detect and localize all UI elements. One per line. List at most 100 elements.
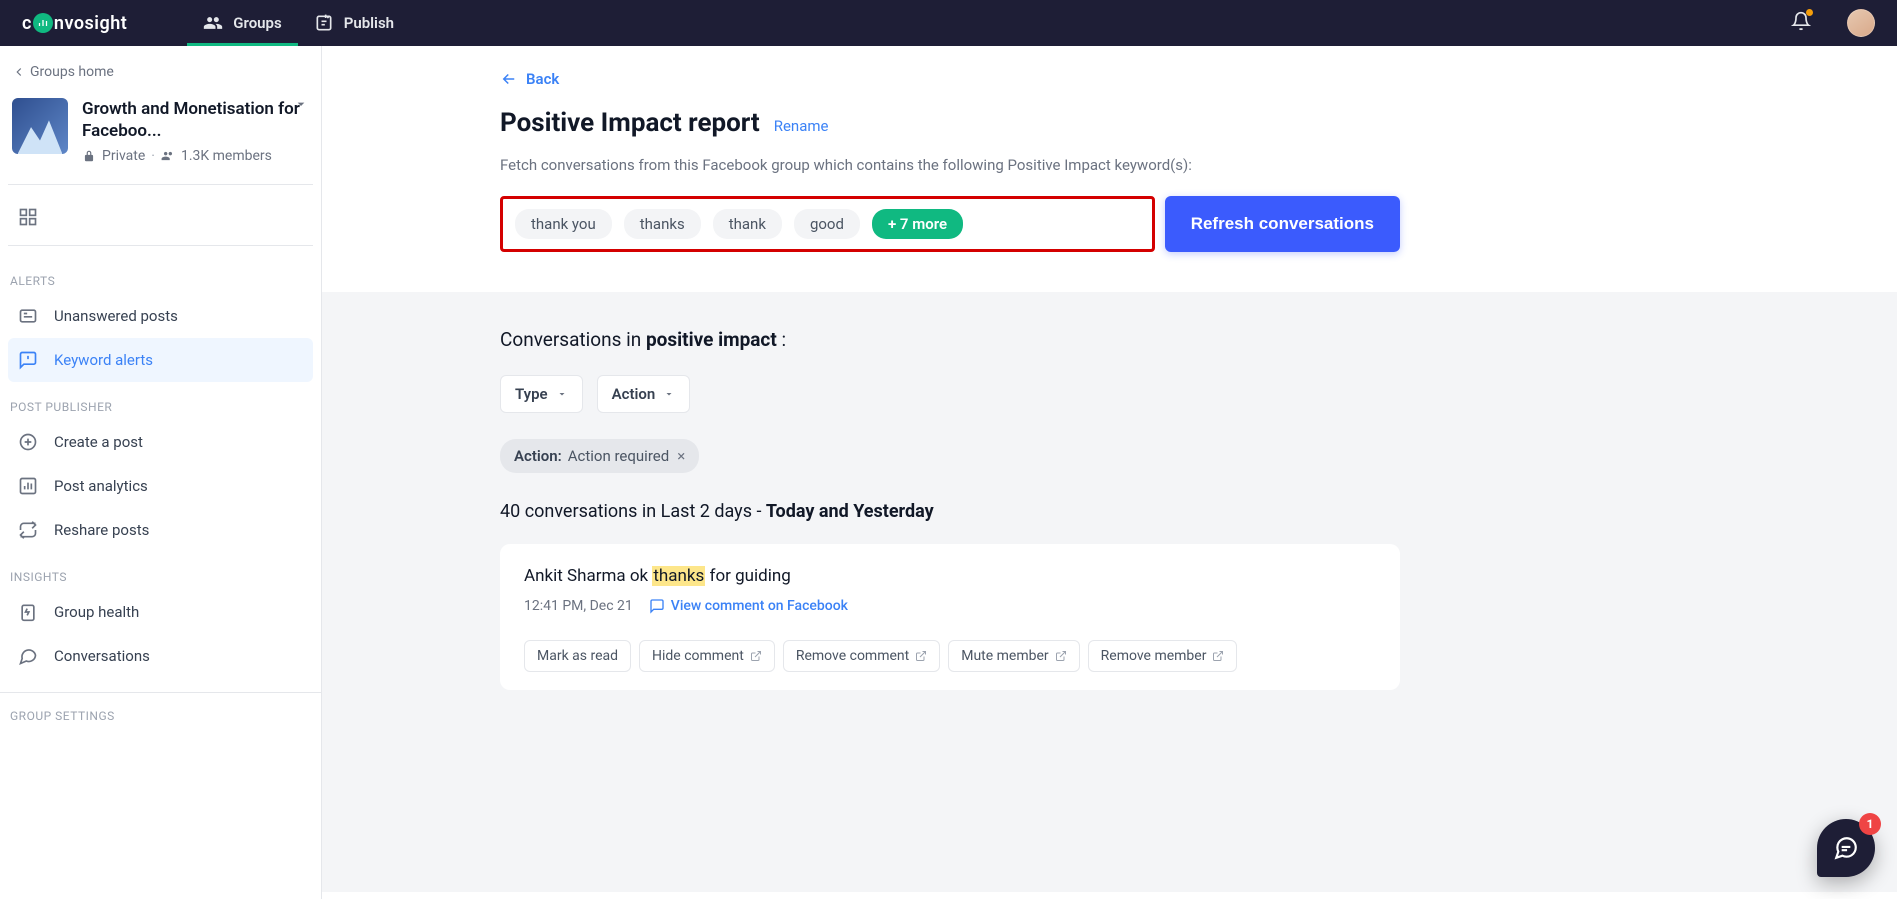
nav-groups-label: Groups (233, 14, 281, 32)
applied-key: Action: (514, 447, 562, 465)
nav-groups[interactable]: Groups (187, 0, 297, 46)
reshare-icon (18, 520, 38, 540)
comment-icon (649, 598, 665, 614)
sidebar-item-label: Unanswered posts (54, 307, 178, 325)
applied-value: Action required (568, 447, 669, 465)
sidebar-item-label: Keyword alerts (54, 351, 153, 369)
group-privacy: Private (102, 148, 145, 164)
sidebar-item-label: Reshare posts (54, 521, 149, 539)
view-on-facebook-link[interactable]: View comment on Facebook (649, 598, 848, 614)
group-meta: Private · 1.3K members (82, 148, 309, 164)
post-icon (18, 306, 38, 326)
filter-type-dropdown[interactable]: Type (500, 375, 583, 413)
view-link-label: View comment on Facebook (671, 598, 848, 614)
members-icon (161, 149, 175, 163)
mark-read-button[interactable]: Mark as read (524, 640, 631, 672)
action-label: Mute member (961, 648, 1048, 664)
chat-badge: 1 (1859, 813, 1881, 835)
comment-text: Ankit Sharma ok thanks for guiding (524, 566, 1376, 586)
notification-dot-icon (1806, 9, 1813, 16)
battery-icon (18, 602, 38, 622)
back-button[interactable]: Back (500, 70, 1400, 88)
caret-down-icon (663, 388, 675, 400)
rename-button[interactable]: Rename (774, 117, 829, 135)
brand-logo[interactable]: c nvosight (22, 13, 127, 34)
remove-filter-icon[interactable]: × (677, 447, 685, 465)
sidebar-section-alerts: ALERTS (8, 256, 313, 294)
group-thumbnail (12, 98, 68, 154)
plus-circle-icon (18, 432, 38, 452)
overview-icon (18, 207, 38, 227)
action-label: Hide comment (652, 648, 744, 664)
keywords-container[interactable]: thank you thanks thank good + 7 more (500, 196, 1155, 252)
comment-pre: Ankit Sharma ok (524, 566, 652, 586)
sidebar-item-conversations[interactable]: Conversations (8, 634, 313, 678)
group-title: Growth and Monetisation for Faceboo... (82, 98, 309, 142)
action-label: Remove member (1101, 648, 1207, 664)
keyword-more-chip[interactable]: + 7 more (872, 209, 963, 239)
chat-fab[interactable]: 1 (1817, 819, 1875, 877)
comment-timestamp: 12:41 PM, Dec 21 (524, 598, 633, 614)
nav-publish-label: Publish (344, 14, 394, 32)
refresh-button[interactable]: Refresh conversations (1165, 196, 1400, 252)
brand-pre: c (22, 13, 32, 34)
sidebar: Groups home Growth and Monetisation for … (0, 46, 322, 899)
group-members: 1.3K members (181, 148, 272, 164)
group-dropdown[interactable] (293, 96, 309, 116)
keyword-chip[interactable]: thank you (515, 209, 612, 239)
remove-member-button[interactable]: Remove member (1088, 640, 1238, 672)
filter-action-dropdown[interactable]: Action (597, 375, 691, 413)
sidebar-item-post-analytics[interactable]: Post analytics (8, 464, 313, 508)
external-link-icon (1055, 650, 1067, 662)
sidebar-item-label: Group health (54, 603, 139, 621)
nav-publish[interactable]: Publish (298, 0, 410, 46)
applied-filter-chip[interactable]: Action: Action required × (500, 439, 699, 473)
count-pre: 40 conversations in Last 2 days - (500, 501, 766, 522)
conversations-heading: Conversations in positive impact : (500, 328, 1400, 351)
heading-pre: Conversations in (500, 328, 646, 351)
external-link-icon (750, 650, 762, 662)
group-card[interactable]: Growth and Monetisation for Faceboo... P… (8, 94, 313, 178)
brand-mark-icon (33, 13, 53, 33)
sidebar-section-publisher: POST PUBLISHER (8, 382, 313, 420)
sidebar-item-keyword-alerts[interactable]: Keyword alerts (8, 338, 313, 382)
lock-icon (82, 149, 96, 163)
top-nav: Groups Publish (187, 0, 410, 46)
separator: · (151, 148, 155, 164)
sidebar-item-overview[interactable] (8, 195, 313, 239)
hide-comment-button[interactable]: Hide comment (639, 640, 775, 672)
external-link-icon (915, 650, 927, 662)
sidebar-item-unanswered[interactable]: Unanswered posts (8, 294, 313, 338)
sidebar-section-insights: INSIGHTS (8, 552, 313, 590)
comment-post: for guiding (705, 566, 791, 586)
keyword-chip[interactable]: thank (713, 209, 782, 239)
back-label: Back (526, 70, 559, 88)
keyword-chip[interactable]: good (794, 209, 860, 239)
app-header: c nvosight Groups Publish (0, 0, 1897, 46)
notifications-button[interactable] (1791, 11, 1811, 35)
action-label: Mark as read (537, 648, 618, 664)
user-avatar[interactable] (1847, 9, 1875, 37)
alert-icon (18, 350, 38, 370)
conversation-count: 40 conversations in Last 2 days - Today … (500, 501, 1400, 522)
remove-comment-button[interactable]: Remove comment (783, 640, 940, 672)
external-link-icon (1212, 650, 1224, 662)
publish-icon (314, 13, 334, 33)
mute-member-button[interactable]: Mute member (948, 640, 1079, 672)
sidebar-item-group-health[interactable]: Group health (8, 590, 313, 634)
keyword-chip[interactable]: thanks (624, 209, 701, 239)
comment-highlight: thanks (652, 566, 705, 586)
arrow-left-icon (500, 70, 518, 88)
sidebar-item-label: Post analytics (54, 477, 148, 495)
caret-down-icon (556, 388, 568, 400)
sidebar-item-create-post[interactable]: Create a post (8, 420, 313, 464)
heading-post: : (777, 328, 786, 351)
caret-down-icon (293, 96, 309, 112)
breadcrumb-groups-home[interactable]: Groups home (8, 58, 313, 94)
heading-bold: positive impact (646, 328, 777, 351)
header-right (1791, 9, 1875, 37)
chevron-left-icon (12, 65, 26, 79)
sidebar-item-reshare[interactable]: Reshare posts (8, 508, 313, 552)
count-bold: Today and Yesterday (766, 501, 934, 522)
description: Fetch conversations from this Facebook g… (500, 156, 1400, 174)
